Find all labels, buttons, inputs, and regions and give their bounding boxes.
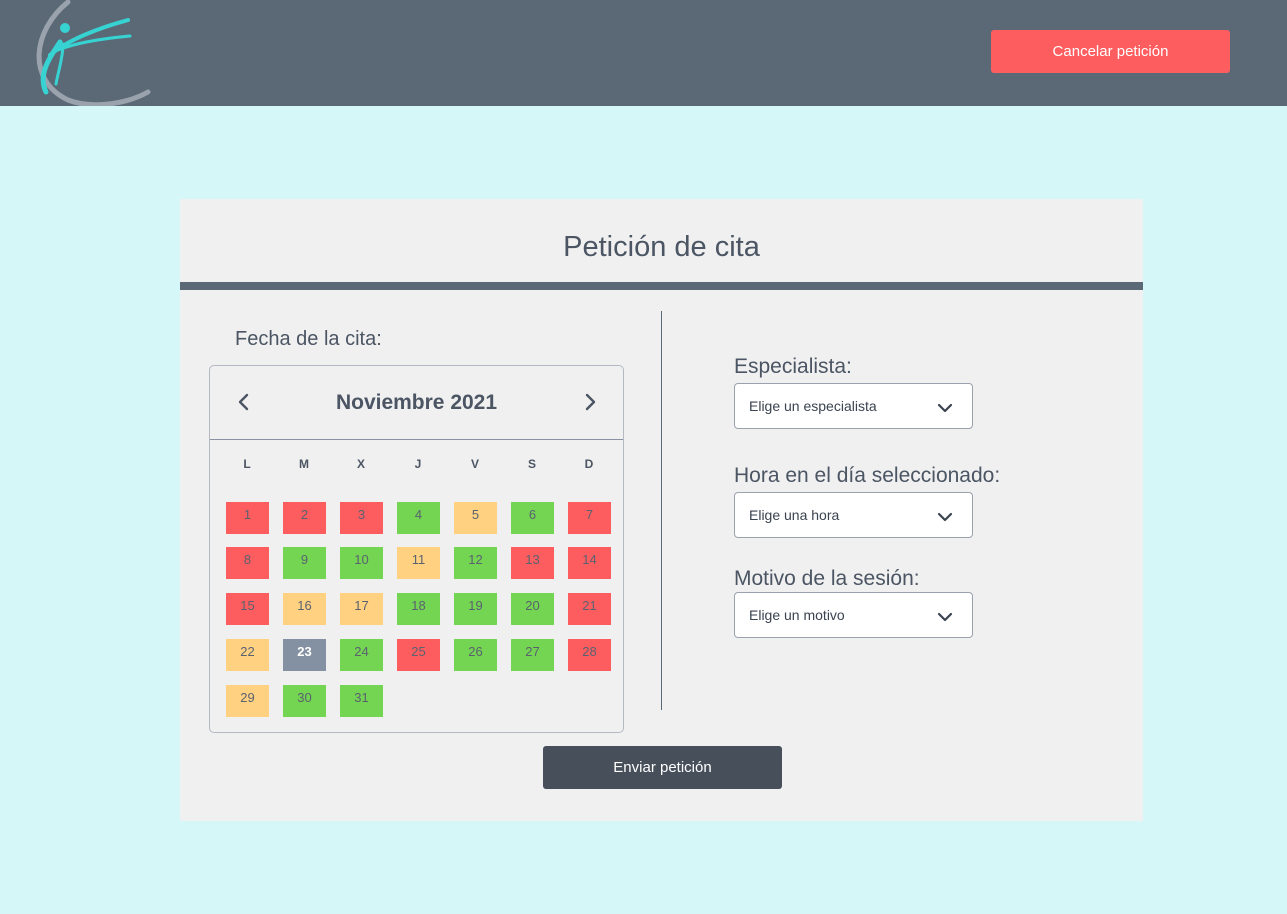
column-divider xyxy=(661,311,662,710)
calendar-day[interactable]: 10 xyxy=(340,547,383,579)
calendar-day[interactable]: 2 xyxy=(283,502,326,534)
appointment-request-card: Petición de cita Fecha de la cita: Novie… xyxy=(180,199,1143,821)
chevron-down-icon xyxy=(937,612,953,622)
date-label: Fecha de la cita: xyxy=(235,328,382,350)
reason-select[interactable]: Elige un motivo xyxy=(734,592,973,638)
cancel-request-button[interactable]: Cancelar petición xyxy=(991,30,1230,73)
calendar-day[interactable]: 26 xyxy=(454,639,497,671)
calendar-day[interactable]: 1 xyxy=(226,502,269,534)
calendar-day[interactable]: 27 xyxy=(511,639,554,671)
calendar-month-label: Noviembre 2021 xyxy=(335,391,498,414)
logo xyxy=(36,0,151,106)
weekday-label: D xyxy=(584,457,594,471)
weekday-label: J xyxy=(414,457,422,471)
calendar-day[interactable]: 28 xyxy=(568,639,611,671)
specialist-select-value: Elige un especialista xyxy=(749,398,877,414)
calendar-day[interactable]: 20 xyxy=(511,593,554,625)
chevron-down-icon xyxy=(937,512,953,522)
weekday-label: V xyxy=(470,457,479,471)
calendar-day-selected[interactable]: 23 xyxy=(283,639,326,671)
weekday-label: S xyxy=(527,457,536,471)
calendar-day[interactable]: 31 xyxy=(340,685,383,717)
weekday-label: L xyxy=(243,457,251,471)
calendar-day[interactable]: 24 xyxy=(340,639,383,671)
top-bar: Cancelar petición xyxy=(0,0,1287,106)
calendar-day[interactable]: 3 xyxy=(340,502,383,534)
calendar-day[interactable]: 22 xyxy=(226,639,269,671)
calendar-day[interactable]: 11 xyxy=(397,547,440,579)
send-request-button[interactable]: Enviar petición xyxy=(543,746,782,789)
specialist-label: Especialista: xyxy=(734,355,852,378)
reason-label: Motivo de la sesión: xyxy=(734,567,920,590)
hour-select-value: Elige una hora xyxy=(749,507,840,523)
weekday-label: X xyxy=(356,457,365,471)
page-title: Petición de cita xyxy=(563,231,760,263)
calendar-header: Noviembre 2021 xyxy=(210,366,623,440)
calendar-day[interactable]: 8 xyxy=(226,547,269,579)
reason-select-value: Elige un motivo xyxy=(749,607,845,623)
calendar-day[interactable]: 17 xyxy=(340,593,383,625)
calendar-day[interactable]: 29 xyxy=(226,685,269,717)
title-divider xyxy=(180,282,1143,290)
calendar-day[interactable]: 15 xyxy=(226,593,269,625)
calendar-day[interactable]: 25 xyxy=(397,639,440,671)
calendar-day[interactable]: 21 xyxy=(568,593,611,625)
calendar-day[interactable]: 5 xyxy=(454,502,497,534)
calendar-day[interactable]: 6 xyxy=(511,502,554,534)
calendar-day[interactable]: 7 xyxy=(568,502,611,534)
specialist-select[interactable]: Elige un especialista xyxy=(734,383,973,429)
calendar-day[interactable]: 9 xyxy=(283,547,326,579)
calendar-day[interactable]: 14 xyxy=(568,547,611,579)
hour-select[interactable]: Elige una hora xyxy=(734,492,973,538)
calendar-day[interactable]: 30 xyxy=(283,685,326,717)
weekday-label: M xyxy=(299,457,309,471)
calendar-day[interactable]: 18 xyxy=(397,593,440,625)
calendar-day[interactable]: 4 xyxy=(397,502,440,534)
calendar-day[interactable]: 13 xyxy=(511,547,554,579)
chevron-down-icon xyxy=(937,403,953,413)
calendar-day[interactable]: 19 xyxy=(454,593,497,625)
hour-label: Hora en el día seleccionado: xyxy=(734,464,1001,487)
calendar-day[interactable]: 16 xyxy=(283,593,326,625)
chevron-right-icon[interactable] xyxy=(576,388,604,416)
calendar: Noviembre 2021 LMXJVSD 1 2 3 4 5 6 7 8 9 10 11 12 13… xyxy=(209,365,624,733)
calendar-day[interactable]: 12 xyxy=(454,547,497,579)
